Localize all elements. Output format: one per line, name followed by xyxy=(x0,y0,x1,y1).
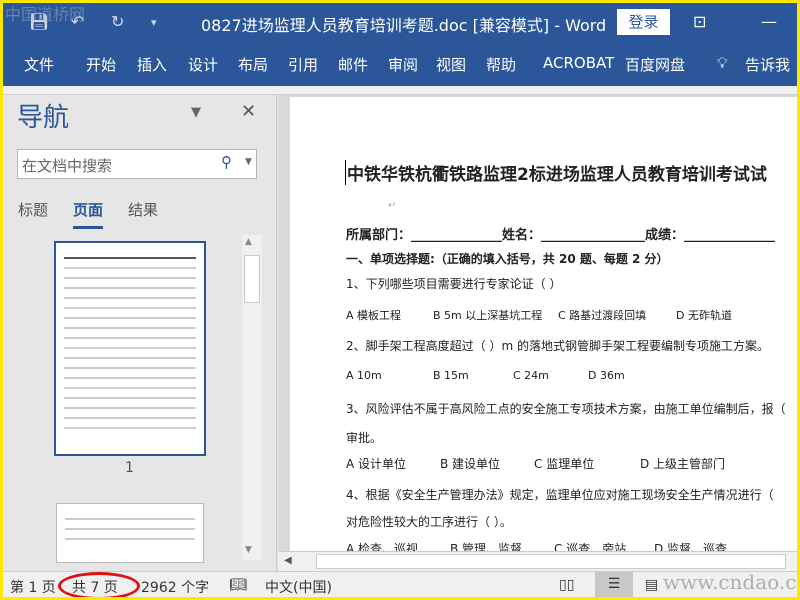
option: B 5m 以上深基坑工程 xyxy=(433,309,543,322)
word-window: 💾︎ ↶ ↻ ▾ 0827进场监理人员教育培训考题.doc [兼容模式] - W… xyxy=(3,3,797,597)
doc-title: 中铁华铁杭衢铁路监理2标进场监理人员教育培训考试试 xyxy=(345,160,767,185)
print-layout-icon[interactable]: ☰ xyxy=(595,572,633,597)
option: B 建设单位 xyxy=(440,457,501,471)
close-icon[interactable]: ✕ xyxy=(241,101,256,122)
form-line: 所属部门：______________姓名：________________成绩… xyxy=(346,228,776,243)
page-thumbnail-1[interactable] xyxy=(54,241,206,456)
option: D 无砟轨道 xyxy=(676,309,732,322)
horizontal-scrollbar[interactable]: ◀ xyxy=(278,551,797,571)
question-3: 3、风险评估不属于高风险工点的安全施工专项技术方案，由施工单位编制后，报（ xyxy=(346,402,786,416)
customize-icon[interactable]: ▾ xyxy=(151,16,157,29)
option: C 路基过渡段回填 xyxy=(558,309,647,322)
ribbon-tabs: 文件 开始 插入 设计 布局 引用 邮件 审阅 视图 帮助 ACROBAT 百度… xyxy=(3,40,797,86)
tab-insert[interactable]: 插入 xyxy=(137,54,167,75)
ribbon-display-icon[interactable]: ⊡ xyxy=(693,12,706,31)
tab-headings[interactable]: 标题 xyxy=(18,199,48,220)
tab-baidu[interactable]: 百度网盘 xyxy=(625,54,685,75)
navigation-pane: 导航 ▼ ✕ 在文档中搜索 ⚲ ▼ 标题 页面 结果 1 ▲ ▼ xyxy=(3,95,277,571)
question-4: 4、根据《安全生产管理办法》规定，监理单位应对施工现场安全生产情况进行（ xyxy=(346,488,774,502)
tab-references[interactable]: 引用 xyxy=(288,54,318,75)
option: D 上级主管部门 xyxy=(640,457,726,471)
option: C 监理单位 xyxy=(534,457,595,471)
option: D 36m xyxy=(588,369,625,382)
nav-heading: 导航 xyxy=(17,103,70,133)
tab-design[interactable]: 设计 xyxy=(188,54,218,75)
language[interactable]: 中文(中国) xyxy=(265,577,332,597)
watermark-top: 中国道桥网 xyxy=(5,5,86,24)
question-4-cont: 对危险性较大的工序进行（ ）。 xyxy=(346,515,512,529)
page-thumbnail-2[interactable] xyxy=(56,503,204,563)
option: A 10m xyxy=(346,369,382,382)
minimize-icon[interactable]: — xyxy=(761,12,777,31)
watermark-bottom: www.cndao.com xyxy=(663,570,797,594)
read-mode-icon[interactable]: ▯▯ xyxy=(559,577,574,593)
tab-results[interactable]: 结果 xyxy=(128,199,158,220)
scroll-thumb[interactable] xyxy=(244,255,260,303)
login-button[interactable]: 登录 xyxy=(617,9,670,35)
option: C 24m xyxy=(513,369,549,382)
web-layout-icon[interactable]: ▤ xyxy=(645,577,658,593)
question-3-cont: 审批。 xyxy=(346,431,383,445)
scroll-up-icon[interactable]: ▲ xyxy=(245,237,252,247)
scroll-down-icon[interactable]: ▼ xyxy=(245,545,252,555)
proofing-icon[interactable]: 📖︎ xyxy=(229,577,247,593)
option: A 设计单位 xyxy=(346,457,407,471)
search-icon[interactable]: ⚲ xyxy=(221,153,232,171)
hscroll-thumb[interactable] xyxy=(316,554,786,569)
tab-layout[interactable]: 布局 xyxy=(238,54,268,75)
ribbon-collapsed xyxy=(3,86,797,95)
tab-review[interactable]: 审阅 xyxy=(388,54,418,75)
tab-file[interactable]: 文件 xyxy=(24,54,54,75)
tab-home[interactable]: 开始 xyxy=(86,54,116,75)
redo-icon[interactable]: ↻ xyxy=(111,12,124,31)
page-indicator[interactable]: 第 1 页 xyxy=(10,577,56,597)
question-2: 2、脚手架工程高度超过（ ）m 的落地式钢管脚手架工程要编制专项施工方案。 xyxy=(346,339,769,353)
question-1: 1、下列哪些项目需要进行专家论证（ ） xyxy=(346,277,562,291)
title-bar: 💾︎ ↶ ↻ ▾ 0827进场监理人员教育培训考题.doc [兼容模式] - W… xyxy=(3,3,797,40)
page-number-label: 1 xyxy=(125,460,134,476)
tab-mailings[interactable]: 邮件 xyxy=(338,54,368,75)
search-dropdown-icon[interactable]: ▼ xyxy=(245,157,252,167)
tab-view[interactable]: 视图 xyxy=(436,54,466,75)
word-count[interactable]: 2962 个字 xyxy=(141,577,209,597)
tell-me[interactable]: 告诉我 xyxy=(745,54,790,75)
option: B 15m xyxy=(433,369,469,382)
paragraph-mark: ↵ xyxy=(388,200,397,211)
tab-pages[interactable]: 页面 xyxy=(73,199,104,229)
nav-scrollbar[interactable]: ▲ ▼ xyxy=(242,235,262,560)
section-heading: 一、单项选择题:（正确的填入括号，共 20 题、每题 2 分） xyxy=(346,252,669,266)
scroll-left-icon[interactable]: ◀ xyxy=(284,555,292,566)
lightbulb-icon[interactable]: 💡︎ xyxy=(717,54,728,72)
tab-help[interactable]: 帮助 xyxy=(486,54,516,75)
option: A 模板工程 xyxy=(346,309,402,322)
nav-options-icon[interactable]: ▼ xyxy=(191,105,201,120)
document-page[interactable]: 中铁华铁杭衢铁路监理2标进场监理人员教育培训考试试 ↵ 所属部门：_______… xyxy=(290,97,797,556)
window-title: 0827进场监理人员教育培训考题.doc [兼容模式] - Word xyxy=(201,16,607,35)
annotation-ellipse xyxy=(58,572,140,597)
document-area: 中铁华铁杭衢铁路监理2标进场监理人员教育培训考试试 ↵ 所属部门：_______… xyxy=(278,95,797,556)
tab-acrobat[interactable]: ACROBAT xyxy=(543,54,614,72)
